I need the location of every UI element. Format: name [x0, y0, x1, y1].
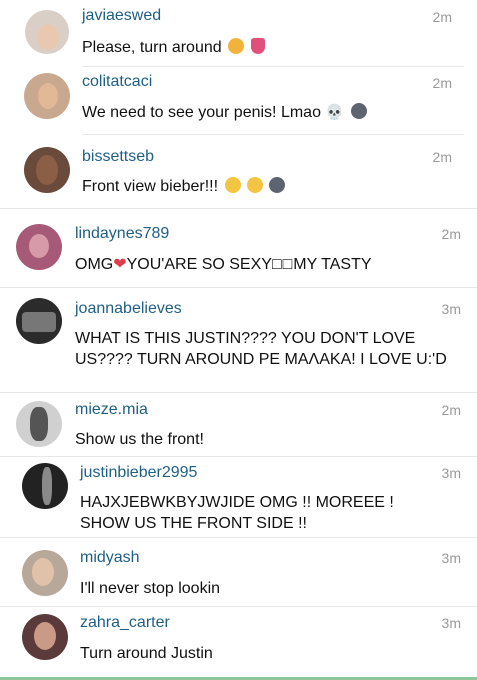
avatar-face — [42, 467, 52, 505]
comment-time: 3m — [441, 301, 461, 317]
comment-time: 2m — [432, 75, 452, 91]
comment-username[interactable]: zahra_carter — [80, 614, 170, 632]
comment-text: I'll never stop lookin — [80, 580, 221, 597]
comment-time: 3m — [441, 550, 461, 566]
red-heart-emoji-icon: ❤ — [113, 256, 127, 273]
avatar-face — [38, 83, 58, 109]
comment-text: Turn around Justin — [80, 645, 213, 662]
avatar[interactable] — [25, 10, 69, 54]
avatar-face — [36, 155, 58, 185]
comment-text: Show us the front! — [75, 431, 204, 448]
comment-text-body: YOU'ARE SO SEXY — [126, 256, 272, 273]
comment-text-body: OMG — [75, 256, 114, 273]
comment-text-body: MY TASTY — [293, 256, 372, 273]
comment-username[interactable]: bissettseb — [82, 148, 154, 166]
divider — [82, 66, 464, 67]
comment-username[interactable]: lindaynes789 — [75, 225, 169, 243]
comment-username[interactable]: javiaeswed — [82, 7, 161, 25]
divider — [0, 456, 477, 457]
comment-text-body: Front view bieber!!! — [82, 178, 219, 195]
missing-glyph-boxes: □□ — [271, 256, 294, 273]
comment-username[interactable]: midyash — [80, 549, 140, 567]
comment-username[interactable]: joannabelieves — [75, 300, 182, 318]
comment-time: 2m — [441, 226, 461, 242]
avatar[interactable] — [24, 73, 70, 119]
cat-heart-eyes-emoji-icon — [228, 38, 245, 54]
comment-username[interactable]: mieze.mia — [75, 401, 148, 419]
comment-text-body: We need to see your penis! Lmao — [82, 104, 321, 121]
avatar[interactable] — [22, 463, 68, 509]
avatar[interactable] — [24, 147, 70, 193]
divider — [0, 537, 477, 538]
dark-moon-emoji-icon — [269, 177, 286, 193]
comment-text-body: Please, turn around — [82, 39, 222, 56]
comment-time: 2m — [432, 9, 452, 25]
divider — [0, 606, 477, 607]
avatar[interactable] — [22, 614, 68, 660]
comment-text: OMG❤YOU'ARE SO SEXY□□MY TASTY — [75, 254, 372, 275]
flushed-face-emoji-icon — [224, 177, 241, 193]
comment-username[interactable]: colitatcaci — [82, 73, 152, 91]
avatar-face — [32, 558, 54, 586]
comment-text: Please, turn around — [82, 37, 265, 58]
avatar[interactable] — [22, 550, 68, 596]
tongue-emoji-icon — [250, 38, 265, 54]
avatar[interactable] — [16, 224, 62, 270]
avatar-face — [37, 24, 59, 50]
avatar-face — [22, 312, 56, 332]
skull-emoji-icon: 💀 — [325, 104, 345, 121]
divider — [0, 392, 477, 393]
avatar-face — [29, 234, 49, 258]
comment-time: 3m — [441, 465, 461, 481]
comment-text: WHAT IS THIS JUSTIN???? YOU DON'T LOVE U… — [75, 330, 447, 368]
divider — [82, 134, 464, 135]
avatar[interactable] — [16, 298, 62, 344]
comment-time: 3m — [441, 615, 461, 631]
avatar[interactable] — [16, 401, 62, 447]
avatar-face — [30, 407, 48, 441]
comment-username[interactable]: justinbieber2995 — [80, 464, 197, 482]
comment-text: HAJXJEBWKBYJWJIDE OMG !! MOREEE ! SHOW U… — [80, 494, 394, 528]
comment-time: 2m — [432, 149, 452, 165]
dark-moon-emoji-icon — [350, 103, 367, 119]
comment-time: 2m — [441, 402, 461, 418]
divider — [0, 287, 477, 288]
comment-text: We need to see your penis! Lmao 💀 — [82, 102, 367, 123]
avatar-face — [34, 622, 56, 650]
divider — [0, 208, 477, 209]
smirk-face-emoji-icon — [246, 177, 263, 193]
comment-text: Front view bieber!!! — [82, 176, 286, 197]
